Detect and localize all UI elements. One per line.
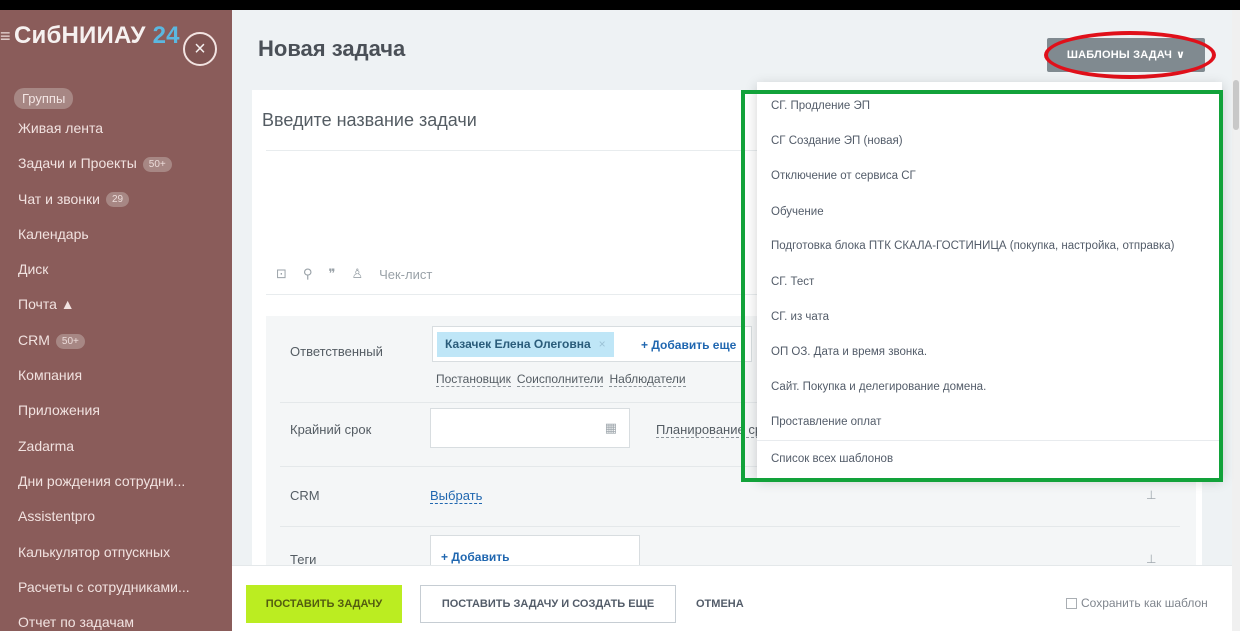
brand-number: 24 xyxy=(152,22,180,49)
pin-icon[interactable]: ⊥ xyxy=(1146,488,1156,502)
template-item[interactable]: Проставление оплат xyxy=(771,416,881,428)
responsible-label: Ответственный xyxy=(290,344,383,359)
checklist-button[interactable]: Чек-лист xyxy=(379,267,432,282)
attach-file-icon[interactable]: ⊡ xyxy=(276,266,287,282)
scrollbar[interactable] xyxy=(1232,10,1240,631)
template-item[interactable]: Отключение от сервиса СГ xyxy=(771,170,916,182)
sidebar-item[interactable]: Чат и звонки 29 xyxy=(18,189,228,224)
coexecutors-link[interactable]: Соисполнители xyxy=(516,372,604,387)
sidebar: ≡ СибНИИАУ 24 × Группы Живая лента Задач… xyxy=(0,10,232,631)
sidebar-item[interactable]: Приложения xyxy=(18,400,228,435)
groups-button[interactable]: Группы xyxy=(14,88,74,109)
sidebar-item[interactable]: Задачи и Проекты 50+ xyxy=(18,153,228,188)
checkbox-icon[interactable] xyxy=(1066,597,1077,609)
divider xyxy=(280,526,1180,527)
deadline-label: Крайний срок xyxy=(290,422,372,437)
close-panel-button[interactable]: × xyxy=(183,32,217,66)
form-footer: ПОСТАВИТЬ ЗАДАЧУ ПОСТАВИТЬ ЗАДАЧУ И СОЗД… xyxy=(232,565,1232,631)
template-item[interactable]: Обучение xyxy=(771,206,824,218)
page-title: Новая задача xyxy=(258,36,406,61)
submit-task-button[interactable]: ПОСТАВИТЬ ЗАДАЧУ xyxy=(246,585,402,623)
chevron-down-icon: ∨ xyxy=(1176,49,1186,61)
sidebar-item[interactable]: Живая лента xyxy=(18,118,228,153)
counter-badge: 50+ xyxy=(55,333,85,349)
scrollbar-thumb[interactable] xyxy=(1233,80,1239,130)
all-templates-link[interactable]: Список всех шаблонов xyxy=(771,453,893,465)
task-name-input[interactable]: Введите название задачи xyxy=(262,110,477,131)
counter-badge: 50+ xyxy=(142,157,172,173)
add-more-link[interactable]: + Добавить еще xyxy=(641,338,736,352)
crm-select-link[interactable]: Выбрать xyxy=(430,488,483,504)
template-item[interactable]: СГ. Тест xyxy=(771,276,814,288)
observers-link[interactable]: Наблюдатели xyxy=(609,372,686,387)
sidebar-item[interactable]: Дни рождения сотрудни... xyxy=(18,471,228,506)
sidebar-item[interactable]: Почта ▲ xyxy=(18,294,228,329)
creator-link[interactable]: Постановщик xyxy=(436,372,511,387)
link-icon[interactable]: ⚲ xyxy=(303,266,313,282)
sidebar-item[interactable]: CRM 50+ xyxy=(18,330,228,365)
crm-label: CRM xyxy=(290,488,320,503)
responsible-person-chip[interactable]: Казачек Елена Олеговна × xyxy=(437,332,614,357)
submit-and-create-button[interactable]: ПОСТАВИТЬ ЗАДАЧУ И СОЗДАТЬ ЕЩЕ xyxy=(420,585,676,623)
roles-links: Постановщик Соисполнители Наблюдатели xyxy=(436,372,686,387)
close-icon: × xyxy=(194,38,206,60)
sidebar-item[interactable]: Диск xyxy=(18,259,228,294)
divider xyxy=(757,440,1222,441)
responsible-field[interactable]: Казачек Елена Олеговна × + Добавить еще xyxy=(432,326,752,362)
window-top-border xyxy=(0,0,1240,10)
template-item[interactable]: СГ. из чата xyxy=(771,311,829,323)
task-templates-button[interactable]: ШАБЛОНЫ ЗАДАЧ ∨ xyxy=(1047,38,1205,72)
sidebar-item[interactable]: Отчет по задачам xyxy=(18,612,228,631)
template-item[interactable]: СГ Создание ЭП (новая) xyxy=(771,135,903,147)
template-item[interactable]: Сайт. Покупка и делегирование домена. xyxy=(771,381,986,393)
counter-badge: 29 xyxy=(105,192,130,208)
add-tag-link[interactable]: + Добавить xyxy=(441,550,509,564)
sidebar-item[interactable]: Assistentpro xyxy=(18,506,228,541)
editor-toolbar: ⊡ ⚲ ❞ ♙ Чек-лист xyxy=(276,266,432,282)
sidebar-item[interactable]: Zadarma xyxy=(18,436,228,471)
sidebar-item[interactable]: Календарь xyxy=(18,224,228,259)
sidebar-menu: Живая лента Задачи и Проекты 50+ Чат и зв… xyxy=(18,118,228,631)
calendar-icon[interactable]: ▦ xyxy=(605,420,617,436)
remove-icon[interactable]: × xyxy=(599,337,606,351)
mention-user-icon[interactable]: ♙ xyxy=(351,266,363,282)
templates-dropdown: СГ. Продление ЭП СГ Создание ЭП (новая) … xyxy=(757,82,1222,478)
sidebar-item[interactable]: Компания xyxy=(18,365,228,400)
template-item[interactable]: ОП ОЗ. Дата и время звонка. xyxy=(771,346,927,358)
quote-icon[interactable]: ❞ xyxy=(328,266,335,282)
menu-icon[interactable]: ≡ xyxy=(0,26,11,47)
save-as-template-checkbox[interactable]: Сохранить как шаблон xyxy=(1066,596,1208,610)
template-item[interactable]: СГ. Продление ЭП xyxy=(771,100,870,112)
brand-name: СибНИИАУ xyxy=(14,22,146,49)
template-item[interactable]: Подготовка блока ПТК СКАЛА-ГОСТИНИЦА (по… xyxy=(771,240,1175,252)
sidebar-item[interactable]: Калькулятор отпускных xyxy=(18,542,228,577)
deadline-input[interactable]: ▦ xyxy=(430,408,630,448)
brand-logo[interactable]: СибНИИАУ 24 xyxy=(14,22,180,50)
cancel-button[interactable]: ОТМЕНА xyxy=(696,585,744,623)
sidebar-item[interactable]: Расчеты с сотрудниками... xyxy=(18,577,228,612)
pin-icon[interactable]: ⊥ xyxy=(1146,552,1156,566)
